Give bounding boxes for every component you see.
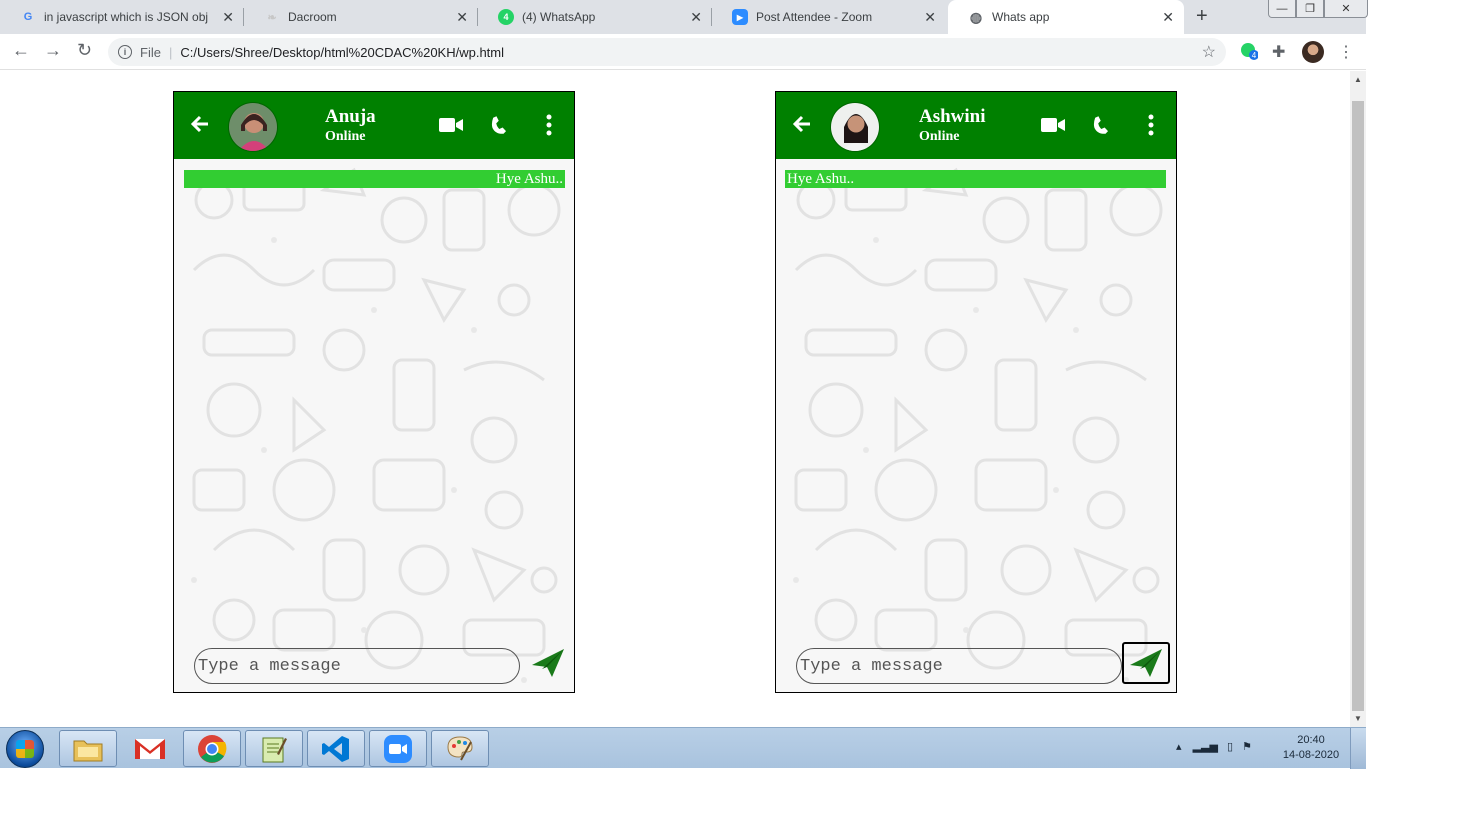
scrollbar-thumb[interactable] xyxy=(1352,101,1364,711)
bookmark-star-icon[interactable]: ☆ xyxy=(1202,42,1216,62)
folder-icon xyxy=(73,740,103,761)
scroll-down-arrow-icon[interactable]: ▼ xyxy=(1354,714,1362,723)
chat-header: Ashwini Online xyxy=(776,92,1176,159)
taskbar-zoom[interactable] xyxy=(369,730,427,767)
show-hidden-icons-icon[interactable]: ▴ xyxy=(1176,741,1182,753)
tab-whats-app[interactable]: ◍ Whats app ✕ xyxy=(948,0,1184,34)
power-icon[interactable]: ▯ xyxy=(1227,741,1233,753)
windows-taskbar: ▴ ▂▃▅ ▯ ⚑ 20:40 14-08-2020 xyxy=(0,727,1366,769)
extension-badge: 4 xyxy=(1252,51,1257,60)
extensions-puzzle-icon[interactable]: ✚ xyxy=(1272,42,1285,62)
zoom-icon: ▶ xyxy=(732,9,748,25)
menu-kebab-icon[interactable]: ⋮ xyxy=(1338,42,1354,62)
more-options-icon[interactable] xyxy=(1138,113,1164,137)
address-bar[interactable]: i File | C:/Users/Shree/Desktop/html%20C… xyxy=(108,38,1226,66)
send-paper-plane-icon xyxy=(1130,649,1162,677)
message-input[interactable] xyxy=(796,648,1122,684)
taskbar-chrome[interactable] xyxy=(183,730,241,767)
taskbar-gmail[interactable] xyxy=(121,730,179,767)
contact-status: Online xyxy=(325,129,366,144)
tab-google[interactable]: G in javascript which is JSON obj ✕ xyxy=(0,0,244,34)
back-icon[interactable]: ← xyxy=(12,40,30,61)
paint-palette-icon xyxy=(447,735,473,760)
show-desktop-button[interactable] xyxy=(1350,728,1366,769)
close-tab-icon[interactable]: ✕ xyxy=(690,9,702,26)
start-button[interactable] xyxy=(6,730,44,768)
send-button[interactable] xyxy=(1122,642,1170,684)
chrome-icon xyxy=(198,734,227,763)
system-tray: ▴ ▂▃▅ ▯ ⚑ xyxy=(1176,740,1252,753)
scroll-up-arrow-icon[interactable]: ▲ xyxy=(1354,75,1362,84)
gmail-icon xyxy=(135,738,165,759)
taskbar-file-explorer[interactable] xyxy=(59,730,117,767)
leaf-icon: ❧ xyxy=(267,11,277,24)
video-call-icon[interactable] xyxy=(1040,113,1066,137)
action-center-flag-icon[interactable]: ⚑ xyxy=(1242,741,1252,753)
close-tab-icon[interactable]: ✕ xyxy=(456,9,468,26)
tab-title: Post Attendee - Zoom xyxy=(756,10,873,24)
scheme-label: File xyxy=(140,44,161,60)
close-tab-icon[interactable]: ✕ xyxy=(1162,9,1174,26)
contact-avatar[interactable] xyxy=(830,102,880,152)
browser-toolbar: ← → ↻ i File | C:/Users/Shree/Desktop/ht… xyxy=(0,34,1366,70)
whatsapp-extension-icon[interactable]: 4 xyxy=(1240,42,1259,65)
url-text: C:/Users/Shree/Desktop/html%20CDAC%20KH/… xyxy=(180,44,505,60)
clock-date: 14-08-2020 xyxy=(1282,749,1340,761)
send-paper-plane-icon xyxy=(532,649,564,677)
close-window-button[interactable]: ✕ xyxy=(1324,0,1368,18)
google-icon: G xyxy=(23,11,33,23)
tab-title: in javascript which is JSON obj xyxy=(44,10,209,24)
taskbar-vscode[interactable] xyxy=(307,730,365,767)
globe-icon: ◍ xyxy=(969,8,983,25)
back-arrow-icon[interactable] xyxy=(790,112,814,136)
taskbar-paint[interactable] xyxy=(431,730,489,767)
contact-status: Online xyxy=(919,129,960,144)
network-signal-icon[interactable]: ▂▃▅ xyxy=(1193,741,1218,753)
phone-call-icon[interactable] xyxy=(487,113,513,137)
tab-strip: G in javascript which is JSON obj ✕ ❧ Da… xyxy=(0,0,1368,34)
contact-name: Anuja xyxy=(325,106,376,127)
video-call-icon[interactable] xyxy=(438,113,464,137)
doodle-background xyxy=(191,167,561,683)
minimize-button[interactable]: — xyxy=(1268,0,1296,18)
contact-avatar[interactable] xyxy=(228,102,278,152)
tab-title: Whats app xyxy=(992,10,1050,24)
more-options-icon[interactable] xyxy=(536,113,562,137)
whatsapp-icon: 4 xyxy=(498,9,514,25)
doodle-background xyxy=(793,167,1163,683)
restore-button[interactable]: ❐ xyxy=(1296,0,1324,18)
taskbar-notepad-plus-plus[interactable] xyxy=(245,730,303,767)
forward-icon[interactable]: → xyxy=(44,40,62,61)
chat-window-anuja: Anuja Online Hye Ashu.. xyxy=(173,91,575,693)
page-content: Anuja Online Hye Ashu.. Type a message A… xyxy=(0,71,1350,727)
message-bubble: Hye Ashu.. xyxy=(785,170,1166,188)
reload-icon[interactable]: ↻ xyxy=(77,40,92,61)
chat-header: Anuja Online xyxy=(174,92,574,159)
clock-time: 20:40 xyxy=(1297,734,1325,746)
tab-whatsapp[interactable]: 4 (4) WhatsApp ✕ xyxy=(478,0,712,34)
tab-title: (4) WhatsApp xyxy=(522,10,596,24)
close-tab-icon[interactable]: ✕ xyxy=(222,9,234,26)
close-tab-icon[interactable]: ✕ xyxy=(924,9,936,26)
taskbar-clock[interactable]: 20:40 14-08-2020 xyxy=(1276,733,1346,763)
new-tab-button[interactable]: + xyxy=(1196,5,1208,28)
page-scrollbar[interactable]: ▲ ▼ xyxy=(1350,71,1366,727)
message-input[interactable] xyxy=(194,648,520,684)
profile-avatar[interactable] xyxy=(1302,41,1324,63)
message-bubble: Hye Ashu.. xyxy=(184,170,565,188)
tab-dacroom[interactable]: ❧ Dacroom ✕ xyxy=(244,0,478,34)
phone-call-icon[interactable] xyxy=(1089,113,1115,137)
window-controls: — ❐ ✕ xyxy=(1268,0,1368,18)
notepad-icon xyxy=(262,737,287,762)
chat-window-ashwini: Ashwini Online Hye Ashu.. xyxy=(775,91,1177,693)
info-icon[interactable]: i xyxy=(118,45,132,59)
back-arrow-icon[interactable] xyxy=(188,112,212,136)
send-button[interactable] xyxy=(524,642,572,684)
zoom-app-icon xyxy=(384,734,412,763)
contact-name: Ashwini xyxy=(919,106,986,127)
vscode-icon xyxy=(322,735,349,762)
tab-zoom[interactable]: ▶ Post Attendee - Zoom ✕ xyxy=(712,0,946,34)
tab-title: Dacroom xyxy=(288,10,337,24)
